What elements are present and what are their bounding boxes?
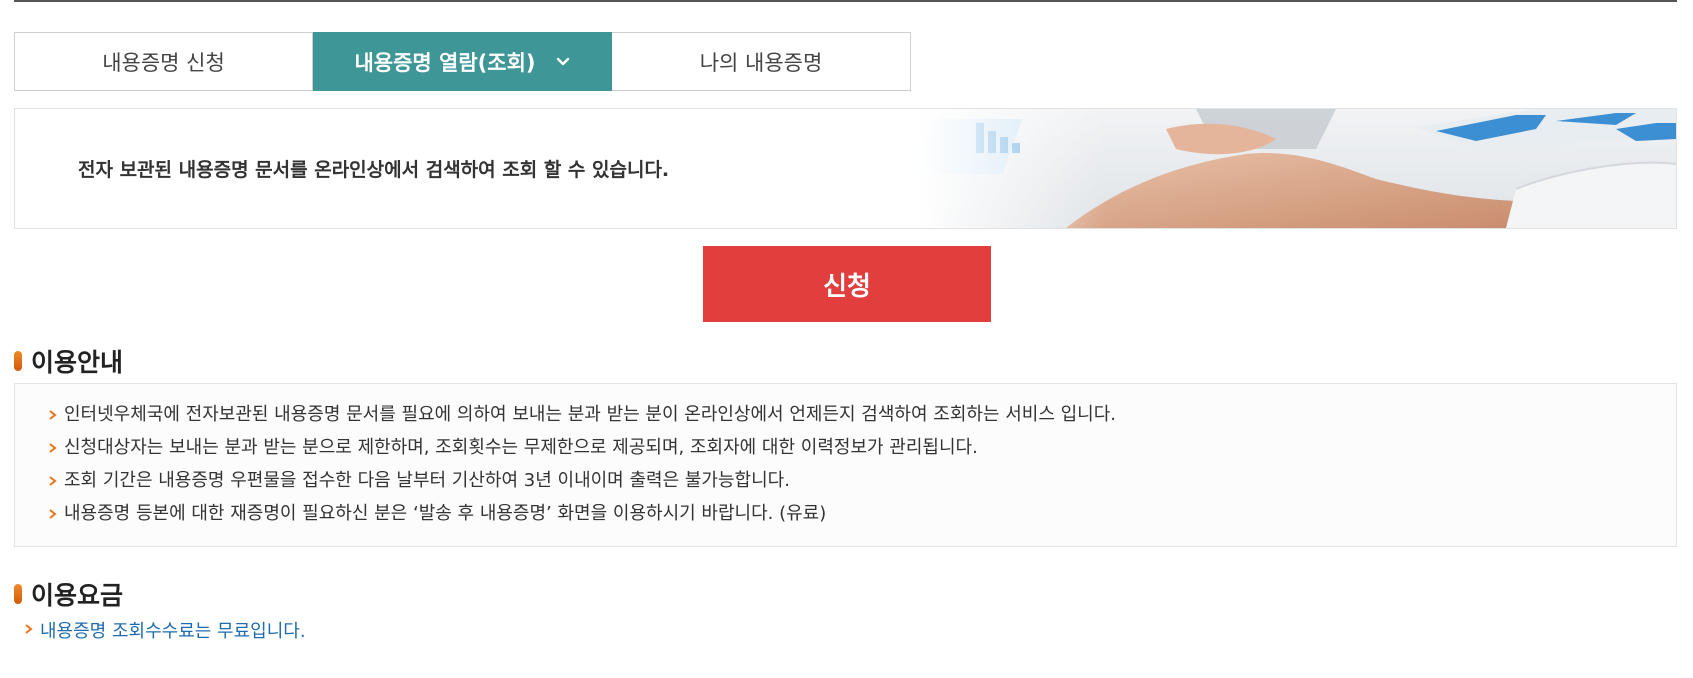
list-item: 인터넷우체국에 전자보관된 내용증명 문서를 필요에 의하여 보내는 분과 받는… [48,399,1676,432]
tab-bar: 내용증명 신청 내용증명 열람(조회) 나의 내용증명 [14,32,911,91]
tab-label: 나의 내용증명 [699,50,823,75]
list-item: 신청대상자는 보내는 분과 받는 분으로 제한하며, 조회횟수는 무제한으로 제… [48,432,1676,465]
arrow-right-icon [49,443,57,453]
chevron-down-icon [556,55,570,69]
banner-hand-image [916,109,1676,228]
list-item-text: 인터넷우체국에 전자보관된 내용증명 문서를 필요에 의하여 보내는 분과 받는… [64,404,1117,425]
usage-guide-title: 이용안내 [31,348,124,377]
apply-button[interactable]: 신청 [703,246,991,322]
top-divider [14,0,1677,2]
usage-fee-text: 내용증명 조회수수료는 무료입니다. [24,617,306,643]
heading-bullet-icon [14,351,22,371]
arrow-right-icon [25,624,33,634]
list-item: 조회 기간은 내용증명 우편물을 접수한 다음 날부터 기산하여 3년 이내이며… [48,465,1676,498]
usage-fee-title: 이용요금 [31,581,124,610]
tab-my-certified-mail[interactable]: 나의 내용증명 [612,32,911,91]
intro-banner: 전자 보관된 내용증명 문서를 온라인상에서 검색하여 조회 할 수 있습니다. [14,108,1677,229]
list-item-text: 내용증명 등본에 대한 재증명이 필요하신 분은 ‘발송 후 내용증명’ 화면을… [64,503,827,524]
tab-apply[interactable]: 내용증명 신청 [14,32,313,91]
tab-label: 내용증명 신청 [102,50,225,75]
usage-guide-box: 인터넷우체국에 전자보관된 내용증명 문서를 필요에 의하여 보내는 분과 받는… [14,383,1677,547]
list-item-text: 조회 기간은 내용증명 우편물을 접수한 다음 날부터 기산하여 3년 이내이며… [64,470,790,491]
arrow-right-icon [49,410,57,420]
list-item: 내용증명 등본에 대한 재증명이 필요하신 분은 ‘발송 후 내용증명’ 화면을… [48,498,1676,531]
heading-bullet-icon [14,584,22,604]
fee-text: 내용증명 조회수수료는 무료입니다. [40,621,306,642]
usage-guide-heading: 이용안내 [14,343,123,379]
arrow-right-icon [49,476,57,486]
tab-label: 내용증명 열람(조회) [354,50,536,75]
arrow-right-icon [49,509,57,519]
list-item-text: 신청대상자는 보내는 분과 받는 분으로 제한하며, 조회횟수는 무제한으로 제… [64,437,978,458]
usage-guide-list: 인터넷우체국에 전자보관된 내용증명 문서를 필요에 의하여 보내는 분과 받는… [48,399,1676,531]
tab-view[interactable]: 내용증명 열람(조회) [313,32,612,91]
banner-text: 전자 보관된 내용증명 문서를 온라인상에서 검색하여 조회 할 수 있습니다. [78,159,670,181]
usage-fee-heading: 이용요금 [14,576,123,612]
